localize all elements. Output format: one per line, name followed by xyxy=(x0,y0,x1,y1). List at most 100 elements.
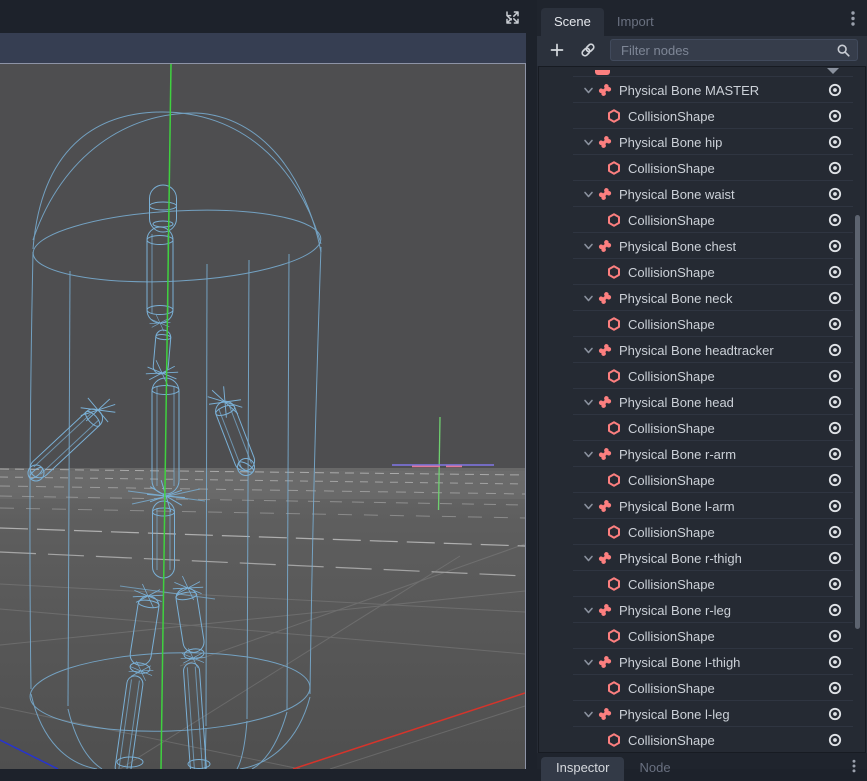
tree-row-physical-bone[interactable]: Physical Bone l-thigh xyxy=(539,649,865,675)
tree-row-collisionshape[interactable]: CollisionShape xyxy=(539,467,865,493)
physical-bone-icon xyxy=(597,82,613,98)
tree-row-collisionshape[interactable]: CollisionShape xyxy=(539,571,865,597)
visibility-eye-icon[interactable] xyxy=(826,705,844,723)
3d-viewport[interactable] xyxy=(0,64,526,769)
tab-node[interactable]: Node xyxy=(624,757,685,781)
visibility-eye-icon[interactable] xyxy=(826,107,844,125)
chevron-down-icon[interactable] xyxy=(583,397,594,408)
visibility-eye-icon[interactable] xyxy=(826,315,844,333)
tab-inspector[interactable]: Inspector xyxy=(541,757,624,781)
tree-row-physical-bone[interactable]: Physical Bone r-leg xyxy=(539,597,865,623)
tree-scrollbar[interactable] xyxy=(855,215,860,629)
chevron-down-icon[interactable] xyxy=(583,241,594,252)
node-label: Physical Bone waist xyxy=(619,187,735,202)
tree-row-collisionshape[interactable]: CollisionShape xyxy=(539,675,865,701)
chevron-down-icon[interactable] xyxy=(583,189,594,200)
viewport-topbar xyxy=(0,0,526,33)
visibility-eye-icon[interactable] xyxy=(826,601,844,619)
visibility-eye-icon[interactable] xyxy=(826,575,844,593)
visibility-eye-icon[interactable] xyxy=(826,653,844,671)
physical-bone-icon xyxy=(597,186,613,202)
visibility-eye-icon[interactable] xyxy=(826,263,844,281)
tree-row-physical-bone[interactable]: Physical Bone waist xyxy=(539,181,865,207)
tree-row-collisionshape[interactable]: CollisionShape xyxy=(539,623,865,649)
tree-row-clipped[interactable] xyxy=(539,67,865,77)
filter-nodes-field[interactable] xyxy=(610,39,858,61)
tab-scene[interactable]: Scene xyxy=(541,8,604,36)
visibility-eye-icon[interactable] xyxy=(826,471,844,489)
node-label: Physical Bone l-leg xyxy=(619,707,730,722)
visibility-eye-icon[interactable] xyxy=(826,133,844,151)
visibility-eye-icon[interactable] xyxy=(826,211,844,229)
chevron-down-icon[interactable] xyxy=(583,345,594,356)
visibility-eye-icon[interactable] xyxy=(826,185,844,203)
instance-scene-button[interactable] xyxy=(577,39,599,61)
tree-row-physical-bone[interactable]: Physical Bone l-arm xyxy=(539,493,865,519)
tree-row-physical-bone[interactable]: Physical Bone r-thigh xyxy=(539,545,865,571)
collision-shape-icon xyxy=(606,420,622,436)
kebab-menu-icon[interactable] xyxy=(845,10,861,28)
node-label: Physical Bone MASTER xyxy=(619,83,759,98)
tree-row-collisionshape[interactable]: CollisionShape xyxy=(539,103,865,129)
chevron-down-icon[interactable] xyxy=(583,657,594,668)
physical-bone-icon xyxy=(597,550,613,566)
visibility-eye-icon[interactable] xyxy=(826,679,844,697)
viewport-menubar xyxy=(0,33,526,64)
chevron-down-icon[interactable] xyxy=(583,137,594,148)
tree-row-collisionshape[interactable]: CollisionShape xyxy=(539,519,865,545)
visibility-eye-icon[interactable] xyxy=(826,731,844,749)
node-label: Physical Bone r-thigh xyxy=(619,551,742,566)
chevron-down-icon[interactable] xyxy=(583,293,594,304)
visibility-eye-icon[interactable] xyxy=(826,237,844,255)
tree-row-physical-bone[interactable]: Physical Bone chest xyxy=(539,233,865,259)
node-label: CollisionShape xyxy=(628,421,715,436)
visibility-eye-icon[interactable] xyxy=(826,393,844,411)
tree-row-physical-bone[interactable]: Physical Bone head xyxy=(539,389,865,415)
chevron-down-icon[interactable] xyxy=(583,553,594,564)
node-label: CollisionShape xyxy=(628,629,715,644)
kebab-menu-icon[interactable] xyxy=(847,758,861,770)
chevron-down-icon[interactable] xyxy=(583,501,594,512)
tree-row-collisionshape[interactable]: CollisionShape xyxy=(539,363,865,389)
tree-row-physical-bone[interactable]: Physical Bone r-arm xyxy=(539,441,865,467)
visibility-eye-icon[interactable] xyxy=(826,341,844,359)
node-label: CollisionShape xyxy=(628,473,715,488)
collision-shape-icon xyxy=(606,628,622,644)
tree-row-collisionshape[interactable]: CollisionShape xyxy=(539,259,865,285)
tree-row-collisionshape[interactable]: CollisionShape xyxy=(539,415,865,441)
node-label: CollisionShape xyxy=(628,317,715,332)
tree-row-physical-bone[interactable]: Physical Bone neck xyxy=(539,285,865,311)
tree-row-physical-bone[interactable]: Physical Bone hip xyxy=(539,129,865,155)
tree-row-collisionshape[interactable]: CollisionShape xyxy=(539,311,865,337)
tree-row-physical-bone[interactable]: Physical Bone l-leg xyxy=(539,701,865,727)
3d-scene xyxy=(0,64,525,769)
visibility-eye-icon[interactable] xyxy=(826,549,844,567)
visibility-eye-icon[interactable] xyxy=(826,419,844,437)
tree-row-collisionshape[interactable]: CollisionShape xyxy=(539,155,865,181)
add-node-button[interactable] xyxy=(546,39,568,61)
tab-import[interactable]: Import xyxy=(604,8,667,36)
visibility-eye-icon[interactable] xyxy=(826,367,844,385)
node-label: Physical Bone neck xyxy=(619,291,732,306)
visibility-eye-icon[interactable] xyxy=(826,289,844,307)
visibility-eye-icon[interactable] xyxy=(826,523,844,541)
chevron-down-icon[interactable] xyxy=(583,449,594,460)
visibility-eye-icon[interactable] xyxy=(826,445,844,463)
visibility-eye-icon[interactable] xyxy=(826,81,844,99)
collision-shape-icon xyxy=(606,264,622,280)
visibility-eye-icon[interactable] xyxy=(826,159,844,177)
search-icon xyxy=(836,43,851,58)
chevron-down-icon[interactable] xyxy=(583,709,594,720)
tree-row-collisionshape[interactable]: CollisionShape xyxy=(539,207,865,233)
expand-icon[interactable] xyxy=(501,8,523,30)
collision-shape-icon xyxy=(606,680,622,696)
visibility-eye-icon[interactable] xyxy=(826,497,844,515)
visibility-eye-icon[interactable] xyxy=(826,627,844,645)
tree-row-physical-bone[interactable]: Physical Bone headtracker xyxy=(539,337,865,363)
chevron-down-icon[interactable] xyxy=(583,605,594,616)
tree-row-physical-bone[interactable]: Physical Bone MASTER xyxy=(539,77,865,103)
chevron-down-icon[interactable] xyxy=(583,85,594,96)
scene-tree: Physical Bone MASTER CollisionShape Phys… xyxy=(538,66,866,753)
filter-nodes-input[interactable] xyxy=(619,42,836,59)
tree-row-collisionshape[interactable]: CollisionShape xyxy=(539,727,865,753)
